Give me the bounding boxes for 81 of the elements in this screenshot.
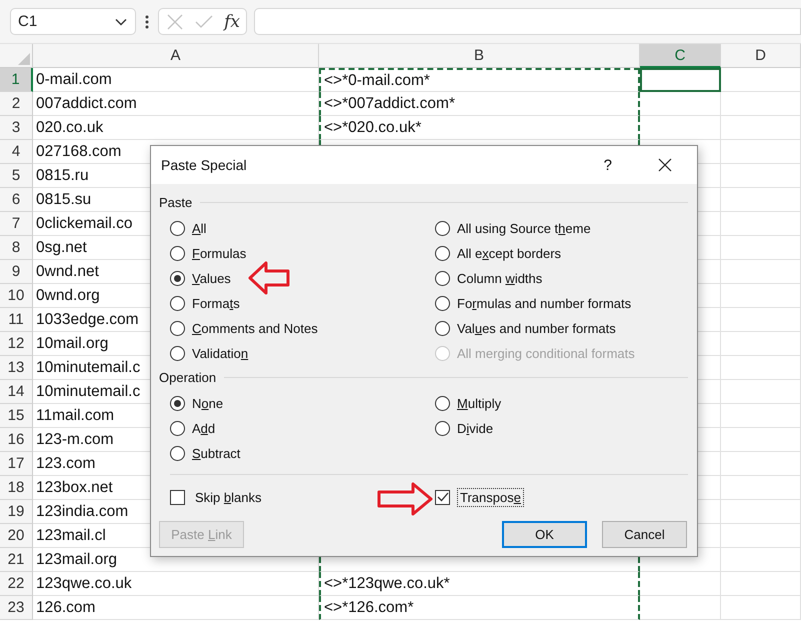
radio-button[interactable] <box>435 221 450 236</box>
ok-button[interactable]: OK <box>502 521 587 548</box>
radio-button[interactable] <box>170 296 185 311</box>
chevron-icon <box>115 18 127 26</box>
column-header[interactable]: D <box>721 44 801 68</box>
row-header[interactable]: 19 <box>0 500 33 524</box>
row-header[interactable]: 7 <box>0 212 33 236</box>
group-label: Paste <box>159 194 192 210</box>
cancel-button[interactable]: Cancel <box>602 521 687 548</box>
row-header[interactable]: 21 <box>0 548 33 572</box>
radio-button[interactable] <box>170 271 185 286</box>
checkbox[interactable] <box>435 490 450 504</box>
radio-button[interactable] <box>435 271 450 286</box>
row-header[interactable]: 11 <box>0 308 33 332</box>
option-label[interactable]: All using Source theme <box>457 221 591 236</box>
row-header[interactable]: 6 <box>0 188 33 212</box>
option-label[interactable]: Formulas <box>192 246 246 261</box>
row-header[interactable]: 9 <box>0 260 33 284</box>
row-header[interactable]: 16 <box>0 428 33 452</box>
table-cell: 126.com <box>33 596 319 620</box>
row-header[interactable]: 18 <box>0 476 33 500</box>
row-header[interactable]: 5 <box>0 164 33 188</box>
row-header[interactable]: 22 <box>0 572 33 596</box>
pointer-arrow <box>248 261 290 295</box>
row-header[interactable]: 10 <box>0 284 33 308</box>
option-label[interactable]: Formats <box>192 296 240 311</box>
radio-button[interactable] <box>170 446 185 461</box>
radio-button[interactable] <box>435 321 450 336</box>
radio-button[interactable] <box>435 396 450 411</box>
radio-button[interactable] <box>170 321 185 336</box>
name-box[interactable]: C1 <box>10 8 136 35</box>
table-cell: <>*020.co.uk* <box>319 116 640 140</box>
radio-button[interactable] <box>170 396 185 411</box>
row-header[interactable]: 4 <box>0 140 33 164</box>
row-header[interactable]: 1 <box>0 68 33 92</box>
row-header[interactable]: 14 <box>0 380 33 404</box>
table-cell: <>*007addict.com* <box>319 92 640 116</box>
radio-button[interactable] <box>435 296 450 311</box>
row-header[interactable]: 8 <box>0 236 33 260</box>
radio-button[interactable] <box>170 346 185 361</box>
row-header[interactable]: 23 <box>0 596 33 620</box>
radio-button[interactable] <box>170 221 185 236</box>
table-cell: 0-mail.com <box>33 68 319 92</box>
table-cell: <>*126.com* <box>319 596 640 620</box>
pointer-arrow <box>377 482 433 516</box>
row-header[interactable]: 15 <box>0 404 33 428</box>
option-label[interactable]: Values <box>192 271 231 286</box>
column-header[interactable]: B <box>319 44 640 68</box>
option-label[interactable]: Formulas and number formats <box>457 296 632 311</box>
option-label[interactable]: Values and number formats <box>457 321 616 336</box>
option-label[interactable]: All <box>192 221 206 236</box>
option-label[interactable]: All except borders <box>457 246 562 261</box>
checkmark-icon <box>436 492 448 502</box>
table-cell: 123qwe.co.uk <box>33 572 319 596</box>
table-cell: <>*0-mail.com* <box>319 68 640 92</box>
table-cell: 007addict.com <box>33 92 319 116</box>
radio-button[interactable] <box>170 246 185 261</box>
row-header[interactable]: 3 <box>0 116 33 140</box>
column-header[interactable]: A <box>33 44 319 68</box>
row-header[interactable]: 20 <box>0 524 33 548</box>
row-header[interactable]: 17 <box>0 452 33 476</box>
insert-function-button[interactable]: fx <box>224 12 240 32</box>
formula-field[interactable] <box>254 8 801 35</box>
table-cell: <>*123qwe.co.uk* <box>319 572 640 596</box>
radio-button[interactable] <box>170 421 185 436</box>
option-label[interactable]: Multiply <box>457 396 502 411</box>
more-icon[interactable] <box>145 14 149 28</box>
help-button[interactable]: ? <box>604 156 612 174</box>
option-label[interactable]: Column widths <box>457 271 542 286</box>
row-header[interactable]: 13 <box>0 356 33 380</box>
checkbox-label[interactable]: Transpose <box>457 488 524 506</box>
radio-button[interactable] <box>435 421 450 436</box>
radio-button[interactable] <box>435 246 450 261</box>
row-header[interactable]: 2 <box>0 92 33 116</box>
option-label[interactable]: Divide <box>457 421 494 436</box>
check-icon[interactable] <box>194 14 213 28</box>
column-header[interactable]: C <box>640 44 721 68</box>
row-header[interactable]: 12 <box>0 332 33 356</box>
close-icon[interactable] <box>658 158 672 172</box>
table-cell: 020.co.uk <box>33 116 319 140</box>
checkbox[interactable] <box>170 490 185 504</box>
